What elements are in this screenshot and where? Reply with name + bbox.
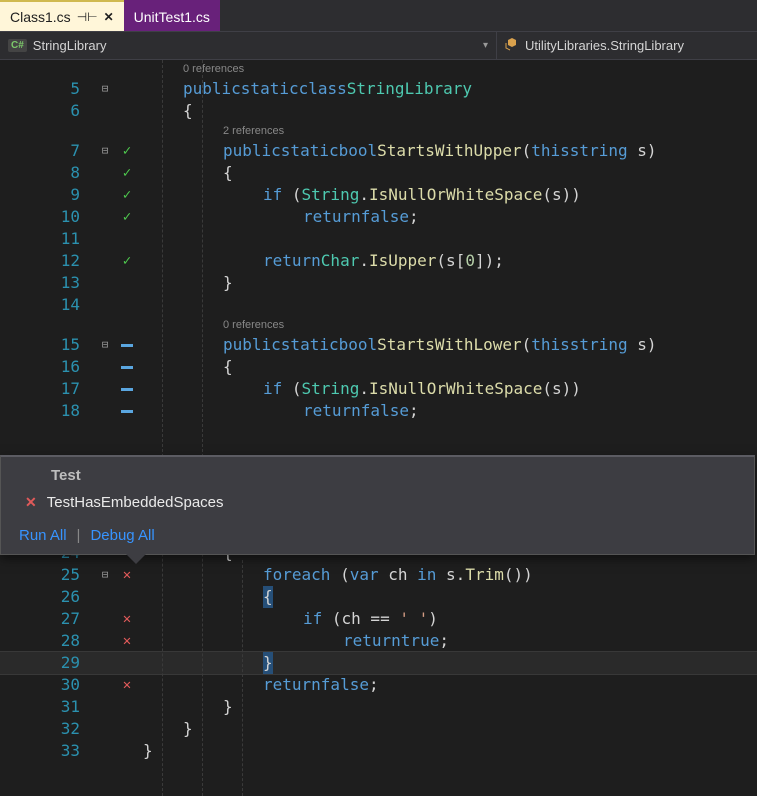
tab-label: Class1.cs	[10, 9, 71, 25]
code-editor[interactable]: 0 references 5 ⊟ public static class Str…	[0, 60, 757, 796]
tab-unittest1[interactable]: UnitTest1.cs	[124, 0, 220, 31]
fold-toggle[interactable]: ⊟	[95, 140, 115, 162]
close-icon[interactable]: ✕	[104, 10, 114, 24]
tab-label: UnitTest1.cs	[134, 9, 210, 25]
coverage-icon	[121, 344, 133, 347]
run-all-link[interactable]: Run All	[19, 527, 67, 544]
test-name: TestHasEmbeddedSpaces	[47, 494, 224, 511]
code-line: 5 ⊟ public static class StringLibrary	[0, 78, 757, 100]
tab-bar: Class1.cs ⊣⊢ ✕ UnitTest1.cs	[0, 0, 757, 32]
namespace-dropdown[interactable]: C# StringLibrary ▾	[0, 32, 497, 59]
fold-toggle[interactable]: ⊟	[95, 78, 115, 100]
class-icon	[505, 37, 519, 54]
fold-toggle[interactable]: ⊟	[95, 564, 115, 586]
chevron-down-icon: ▾	[483, 40, 488, 51]
test-results-popup: Test ✕ TestHasEmbeddedSpaces Run All | D…	[0, 455, 755, 555]
failed-test-row[interactable]: ✕ TestHasEmbeddedSpaces	[1, 490, 754, 521]
class-label: UtilityLibraries.StringLibrary	[525, 38, 684, 53]
codelens-references[interactable]: 0 references	[183, 60, 244, 80]
csharp-icon: C#	[8, 39, 27, 52]
codelens-references[interactable]: 2 references	[223, 120, 284, 142]
test-fail-icon: ✕	[25, 494, 37, 511]
context-bar: C# StringLibrary ▾ UtilityLibraries.Stri…	[0, 32, 757, 60]
popup-title: Test	[1, 457, 754, 490]
fold-toggle[interactable]: ⊟	[95, 334, 115, 356]
codelens-references[interactable]: 0 references	[223, 314, 284, 336]
debug-all-link[interactable]: Debug All	[90, 527, 154, 544]
class-dropdown[interactable]: UtilityLibraries.StringLibrary	[497, 32, 757, 59]
test-fail-icon: ✕	[123, 567, 131, 583]
separator: |	[77, 527, 81, 544]
test-pass-icon: ✓	[123, 143, 131, 159]
tab-class1[interactable]: Class1.cs ⊣⊢ ✕	[0, 0, 124, 31]
namespace-label: StringLibrary	[33, 38, 107, 53]
pin-icon[interactable]: ⊣⊢	[77, 10, 98, 24]
test-pass-icon: ✓	[123, 165, 131, 181]
